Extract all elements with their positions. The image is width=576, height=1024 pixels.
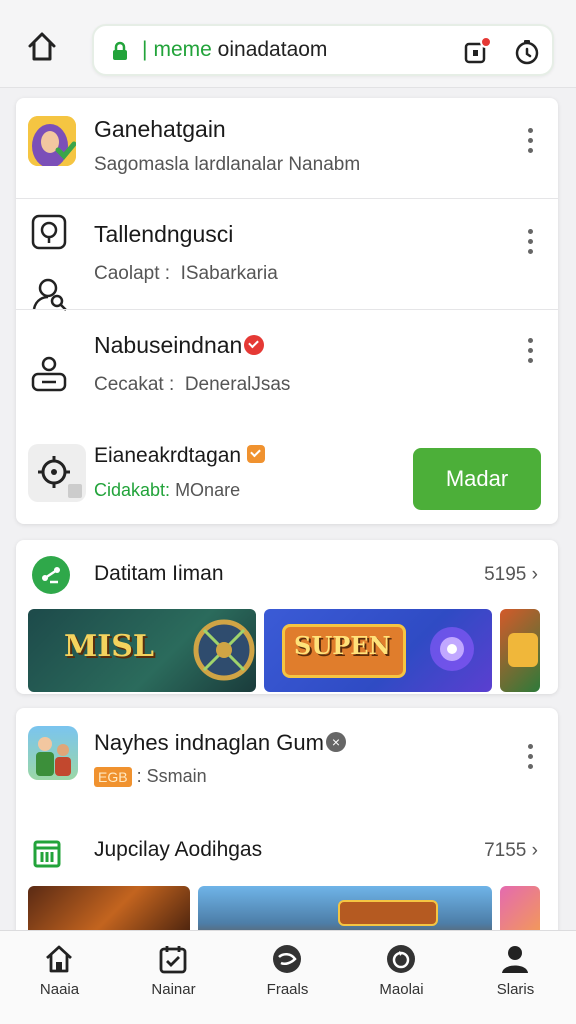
item-title: Ganehatgain <box>94 116 226 142</box>
item-meta-value: ISabarkaria <box>180 263 278 284</box>
home-icon <box>46 945 72 973</box>
person-icon <box>502 946 528 973</box>
games-icon <box>273 945 301 973</box>
count-value: 5195 <box>484 564 527 585</box>
share-icon <box>32 556 70 594</box>
section-header[interactable]: Jupcilay Aodihgas 7155 › <box>16 816 558 886</box>
more-options-icon[interactable] <box>524 744 536 774</box>
nav-item-profile[interactable]: Slaris <box>458 931 573 1024</box>
calendar-check-icon <box>159 946 187 974</box>
nav-item-refresh[interactable]: Maolai <box>344 931 459 1024</box>
more-options-icon[interactable] <box>524 229 536 259</box>
item-meta-label: Caolapt : <box>94 263 171 284</box>
item-title: Nayhes indnaglan Gum <box>94 730 324 755</box>
app-section-card: Nayhes indnaglan Gum × EGB : Ssmain Jupci… <box>16 708 558 948</box>
item-subtitle: Cecakat : DeneralJsas <box>94 374 290 396</box>
item-subtitle: Cidakabt: MOnare <box>94 480 240 501</box>
account-menu-icon[interactable] <box>512 37 542 67</box>
account-list-card: Ganehatgain Sagomasla lardlanalar Nanabm… <box>16 98 558 524</box>
item-title: Nabuseindnan <box>94 332 243 358</box>
list-item[interactable]: Nayhes indnaglan Gum × EGB : Ssmain <box>16 708 558 818</box>
wheel-icon <box>193 619 255 681</box>
section-count[interactable]: 7155 › <box>484 840 538 862</box>
thumbnail-title: SUPEN <box>294 631 391 660</box>
item-meta-label: Cecakat : <box>94 374 175 395</box>
nav-label: Nainar <box>151 981 196 998</box>
list-item[interactable]: Nabuseindnan Cecakat : DeneralJsas <box>16 310 558 418</box>
avatar-hijab-icon <box>28 116 76 166</box>
chevron-right-icon: › <box>531 840 538 861</box>
section-count[interactable]: 5195 › <box>484 564 538 586</box>
notification-dot <box>480 36 492 48</box>
user-card-icon <box>31 356 67 392</box>
characters-icon <box>36 737 71 776</box>
item-meta-value: : Ssmain <box>136 766 207 786</box>
nav-label: Naaia <box>39 981 80 998</box>
item-title-row: Nayhes indnaglan Gum × <box>94 730 346 756</box>
list-item[interactable]: Ganehatgain Sagomasla lardlanalar Nanabm <box>16 98 558 198</box>
rating-tag: EGB <box>94 767 132 787</box>
more-options-icon[interactable] <box>524 128 536 158</box>
game-thumbnail[interactable] <box>500 609 540 692</box>
count-value: 7155 <box>484 840 527 861</box>
chevron-right-icon: › <box>531 564 538 585</box>
avatar <box>28 116 76 166</box>
app-icon <box>28 726 78 780</box>
user-search-icon <box>32 278 67 311</box>
nav-label: Maolai <box>379 981 424 998</box>
home-button[interactable] <box>22 28 66 68</box>
store-icon <box>33 840 61 868</box>
browser-toolbar: | meme oinadataom <box>0 0 576 88</box>
url-text[interactable]: | meme oinadataom <box>142 38 327 62</box>
thumbnail-banner <box>338 900 438 926</box>
target-icon <box>38 456 82 498</box>
thumbnail-art <box>508 633 538 667</box>
verified-badge-icon <box>244 334 265 355</box>
item-subtitle: Caolapt : ISabarkaria <box>94 263 278 285</box>
carousel-section-card: Datitam Iiman 5195 › MISL SUPEN <box>16 540 558 694</box>
section-title: Datitam Iiman <box>94 562 224 585</box>
item-subtitle: Sagomasla lardlanalar Nanabm <box>94 154 361 175</box>
more-options-icon[interactable] <box>524 338 536 368</box>
item-subtitle: EGB : Ssmain <box>94 766 207 787</box>
bottom-navigation: Naaia Nainar Fraals Maolai Slaris <box>0 930 576 1024</box>
item-title-row: Eianeakrdtagan <box>94 444 266 468</box>
section-title: Jupcilay Aodihgas <box>94 838 263 861</box>
game-thumbnail[interactable]: MISL <box>28 609 256 692</box>
nav-item-home[interactable]: Naaia <box>2 931 117 1024</box>
section-header[interactable]: Datitam Iiman 5195 › <box>16 540 558 610</box>
home-icon <box>28 32 56 61</box>
nav-label: Fraals <box>266 981 309 998</box>
item-meta-label: Cidakabt: <box>94 480 171 500</box>
item-meta-value: DeneralJsas <box>184 374 291 395</box>
thumbnail-title: MISL <box>64 629 154 664</box>
verified-badge-icon <box>247 445 266 464</box>
magic-orb-icon <box>430 627 474 671</box>
search-box-icon <box>31 214 67 250</box>
address-bar[interactable]: | meme oinadataom <box>92 24 554 76</box>
item-title-row: Nabuseindnan <box>94 332 265 359</box>
item-meta-value: MOnare <box>175 480 241 500</box>
item-title: Tallendngusci <box>94 221 234 247</box>
url-separator: | <box>142 38 148 61</box>
circle-refresh-icon <box>387 945 415 973</box>
game-thumbnail[interactable]: SUPEN <box>264 609 492 692</box>
list-item[interactable]: Tallendngusci Caolapt : ISabarkaria <box>16 199 558 311</box>
lock-icon <box>113 41 127 60</box>
primary-action-button[interactable]: Madar <box>413 448 541 510</box>
nav-label: Slaris <box>496 981 535 998</box>
url-highlight: meme <box>153 38 212 61</box>
url-domain: oinadataom <box>217 38 328 61</box>
nav-item-games[interactable]: Fraals <box>230 931 345 1024</box>
app-icon <box>28 444 86 502</box>
close-badge-icon: × <box>325 732 346 753</box>
item-title: Eianeakrdtagan <box>94 444 242 467</box>
nav-item-calendar[interactable]: Nainar <box>116 931 231 1024</box>
